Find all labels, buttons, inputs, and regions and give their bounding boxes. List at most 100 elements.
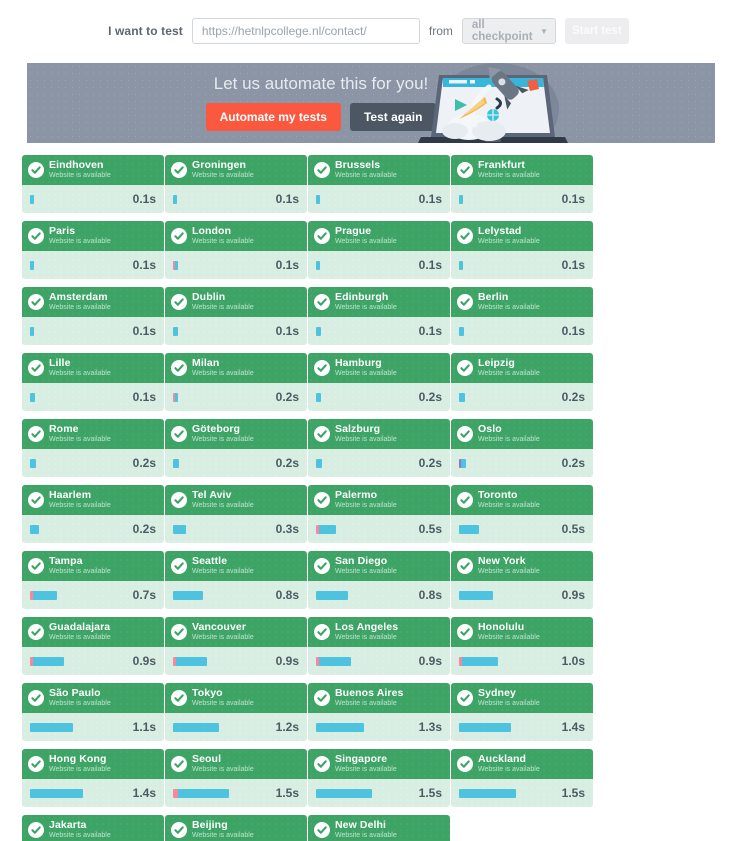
- checkpoint-status: Website is available: [192, 568, 254, 576]
- bar-segment-blue: [459, 194, 463, 204]
- checkpoint-result-card[interactable]: Honolulu Website is available 1.0s: [451, 617, 593, 675]
- card-body: 0.1s: [308, 317, 450, 345]
- checkpoint-result-card[interactable]: Göteborg Website is available 0.2s: [165, 419, 307, 477]
- response-time-bar: [173, 722, 219, 732]
- checkpoint-status: Website is available: [49, 634, 111, 642]
- check-circle-icon: [28, 822, 44, 838]
- checkpoint-result-card[interactable]: Oslo Website is available 0.2s: [451, 419, 593, 477]
- checkpoint-result-card[interactable]: Lille Website is available 0.1s: [22, 353, 164, 411]
- check-circle-icon: [28, 558, 44, 574]
- response-time-bar: [30, 656, 64, 666]
- checkpoint-city: New Delhi: [335, 820, 387, 832]
- checkpoint-result-card[interactable]: Tokyo Website is available 1.2s: [165, 683, 307, 741]
- checkpoint-result-card[interactable]: Amsterdam Website is available 0.1s: [22, 287, 164, 345]
- checkpoint-result-card[interactable]: Guadalajara Website is available 0.9s: [22, 617, 164, 675]
- checkpoint-result-card[interactable]: São Paulo Website is available 1.1s: [22, 683, 164, 741]
- checkpoint-result-card[interactable]: Toronto Website is available 0.5s: [451, 485, 593, 543]
- checkpoint-result-card[interactable]: Haarlem Website is available 0.2s: [22, 485, 164, 543]
- checkpoint-result-card[interactable]: Leipzig Website is available 0.2s: [451, 353, 593, 411]
- checkpoint-city: Frankfurt: [478, 160, 525, 172]
- response-time-value: 0.1s: [132, 324, 156, 338]
- card-header: Dublin Website is available: [165, 287, 307, 317]
- checkpoint-result-card[interactable]: Frankfurt Website is available 0.1s: [451, 155, 593, 213]
- checkpoint-city: Rome: [49, 424, 79, 436]
- checkpoint-result-card[interactable]: Berlin Website is available 0.1s: [451, 287, 593, 345]
- checkpoint-result-card[interactable]: Seoul Website is available 1.5s: [165, 749, 307, 807]
- automate-my-tests-button[interactable]: Automate my tests: [205, 103, 341, 131]
- checkpoint-result-card[interactable]: Sydney Website is available 1.4s: [451, 683, 593, 741]
- check-circle-icon: [171, 756, 187, 772]
- checkpoint-result-card[interactable]: Groningen Website is available 0.1s: [165, 155, 307, 213]
- checkpoint-city: Hong Kong: [49, 754, 107, 766]
- checkpoint-result-card[interactable]: Hamburg Website is available 0.2s: [308, 353, 450, 411]
- checkpoint-result-card[interactable]: Vancouver Website is available 0.9s: [165, 617, 307, 675]
- checkpoint-city: Beijing: [192, 820, 228, 832]
- checkpoint-result-card[interactable]: Buenos Aires Website is available 1.3s: [308, 683, 450, 741]
- checkpoint-result-card[interactable]: Los Angeles Website is available 0.9s: [308, 617, 450, 675]
- card-body: 0.9s: [451, 581, 593, 609]
- card-body: 0.1s: [22, 383, 164, 411]
- checkpoint-city: São Paulo: [49, 688, 101, 700]
- card-header: São Paulo Website is available: [22, 683, 164, 713]
- checkpoint-result-card[interactable]: JakartaWebsite is available1.6s: [22, 815, 164, 841]
- checkpoint-result-card[interactable]: San Diego Website is available 0.8s: [308, 551, 450, 609]
- card-header: Oslo Website is available: [451, 419, 593, 449]
- checkpoint-result-card[interactable]: Paris Website is available 0.1s: [22, 221, 164, 279]
- checkpoint-result-card[interactable]: Prague Website is available 0.1s: [308, 221, 450, 279]
- check-circle-icon: [457, 294, 473, 310]
- response-time-bar: [316, 656, 351, 666]
- card-header: Buenos Aires Website is available: [308, 683, 450, 713]
- card-header: San Diego Website is available: [308, 551, 450, 581]
- card-body: 0.5s: [308, 515, 450, 543]
- card-header-text: Jakarta Website is available: [49, 820, 111, 839]
- checkpoint-result-card[interactable]: Lelystad Website is available 0.1s: [451, 221, 593, 279]
- checkpoint-result-card[interactable]: Auckland Website is available 1.5s: [451, 749, 593, 807]
- checkpoint-result-card[interactable]: Brussels Website is available 0.1s: [308, 155, 450, 213]
- checkpoint-result-card[interactable]: Tampa Website is available 0.7s: [22, 551, 164, 609]
- checkpoint-city: Vancouver: [192, 622, 247, 634]
- checkpoint-result-card[interactable]: Hong Kong Website is available 1.4s: [22, 749, 164, 807]
- card-body: 0.1s: [165, 317, 307, 345]
- check-circle-icon: [171, 558, 187, 574]
- card-header-text: Seoul Website is available: [192, 754, 254, 773]
- checkpoint-result-card[interactable]: Tel Aviv Website is available 0.3s: [165, 485, 307, 543]
- checkpoint-status: Website is available: [49, 172, 111, 180]
- checkpoint-result-card[interactable]: Milan Website is available 0.2s: [165, 353, 307, 411]
- card-body: 0.9s: [22, 647, 164, 675]
- response-time-value: 1.4s: [561, 720, 585, 734]
- card-header-text: London Website is available: [192, 226, 254, 245]
- checkpoint-result-card[interactable]: Seattle Website is available 0.8s: [165, 551, 307, 609]
- checkpoint-status: Website is available: [49, 700, 111, 708]
- card-header-text: Hong Kong Website is available: [49, 754, 111, 773]
- response-time-value: 0.8s: [418, 588, 442, 602]
- checkpoint-result-card[interactable]: London Website is available 0.1s: [165, 221, 307, 279]
- url-input[interactable]: [191, 18, 420, 44]
- checkpoint-select[interactable]: all checkpoint ▼: [461, 18, 556, 44]
- checkpoint-result-card[interactable]: Salzburg Website is available 0.2s: [308, 419, 450, 477]
- card-body: 0.7s: [22, 581, 164, 609]
- response-time-value: 0.5s: [561, 522, 585, 536]
- card-header-text: Lille Website is available: [49, 358, 111, 377]
- card-header: London Website is available: [165, 221, 307, 251]
- card-header: Prague Website is available: [308, 221, 450, 251]
- checkpoint-result-card[interactable]: Rome Website is available 0.2s: [22, 419, 164, 477]
- bar-segment-blue: [175, 392, 178, 402]
- checkpoint-result-card[interactable]: Edinburgh Website is available 0.1s: [308, 287, 450, 345]
- start-test-button[interactable]: Start test: [564, 18, 629, 44]
- checkpoint-city: Singapore: [335, 754, 388, 766]
- response-time-bar: [173, 788, 229, 798]
- checkpoint-result-card[interactable]: BeijingWebsite is available1.6s: [165, 815, 307, 841]
- checkpoint-result-card[interactable]: Singapore Website is available 1.5s: [308, 749, 450, 807]
- card-body: 0.1s: [308, 185, 450, 213]
- bar-segment-blue: [173, 194, 177, 204]
- checkpoint-result-card[interactable]: Eindhoven Website is available 0.1s: [22, 155, 164, 213]
- checkpoint-city: Haarlem: [49, 490, 92, 502]
- checkpoint-result-card[interactable]: New DelhiWebsite is available1.9s: [308, 815, 450, 841]
- checkpoint-result-card[interactable]: New York Website is available 0.9s: [451, 551, 593, 609]
- checkpoint-result-card[interactable]: Palermo Website is available 0.5s: [308, 485, 450, 543]
- response-time-bar: [30, 458, 36, 468]
- checkpoint-result-card[interactable]: Dublin Website is available 0.1s: [165, 287, 307, 345]
- card-header-text: Buenos Aires Website is available: [335, 688, 404, 707]
- card-header-text: Brussels Website is available: [335, 160, 397, 179]
- card-body: 0.2s: [165, 383, 307, 411]
